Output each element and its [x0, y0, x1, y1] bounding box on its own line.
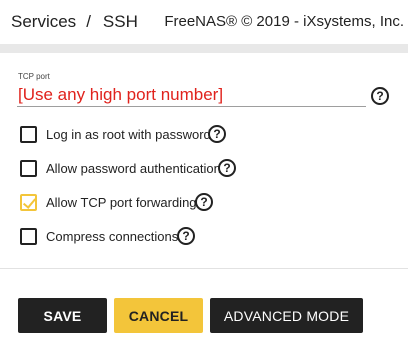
login-as-root-label[interactable]: Log in as root with password	[46, 127, 211, 142]
compress-connections-checkbox[interactable]	[20, 228, 37, 245]
compress-connections-label[interactable]: Compress connections	[46, 229, 178, 244]
tcp-forwarding-checkbox[interactable]	[20, 194, 37, 211]
password-auth-help-icon[interactable]: ?	[218, 159, 236, 177]
tcp-port-help-icon[interactable]: ?	[371, 87, 389, 105]
tcp-forwarding-label[interactable]: Allow TCP port forwarding	[46, 195, 197, 210]
breadcrumb-services-link[interactable]: Services	[11, 12, 76, 31]
tcp-port-label: TCP port	[18, 72, 50, 81]
save-button[interactable]: SAVE	[18, 298, 107, 333]
password-auth-label[interactable]: Allow password authentication	[46, 161, 221, 176]
advanced-mode-button[interactable]: ADVANCED MODE	[210, 298, 363, 333]
tcp-forwarding-help-icon[interactable]: ?	[195, 193, 213, 211]
compress-connections-help-icon[interactable]: ?	[177, 227, 195, 245]
breadcrumb-separator: /	[86, 12, 91, 31]
breadcrumb: Services / SSH	[11, 12, 138, 32]
cancel-button[interactable]: CANCEL	[114, 298, 203, 333]
header-divider	[0, 44, 408, 53]
login-as-root-help-icon[interactable]: ?	[208, 125, 226, 143]
password-auth-checkbox[interactable]	[20, 160, 37, 177]
tcp-port-input[interactable]	[17, 83, 366, 107]
copyright-text: FreeNAS® © 2019 - iXsystems, Inc.	[164, 13, 404, 30]
top-bar: Services / SSH FreeNAS® © 2019 - iXsystems…	[0, 0, 408, 44]
login-as-root-checkbox[interactable]	[20, 126, 37, 143]
breadcrumb-current: SSH	[102, 12, 138, 31]
actions-divider	[0, 268, 408, 269]
